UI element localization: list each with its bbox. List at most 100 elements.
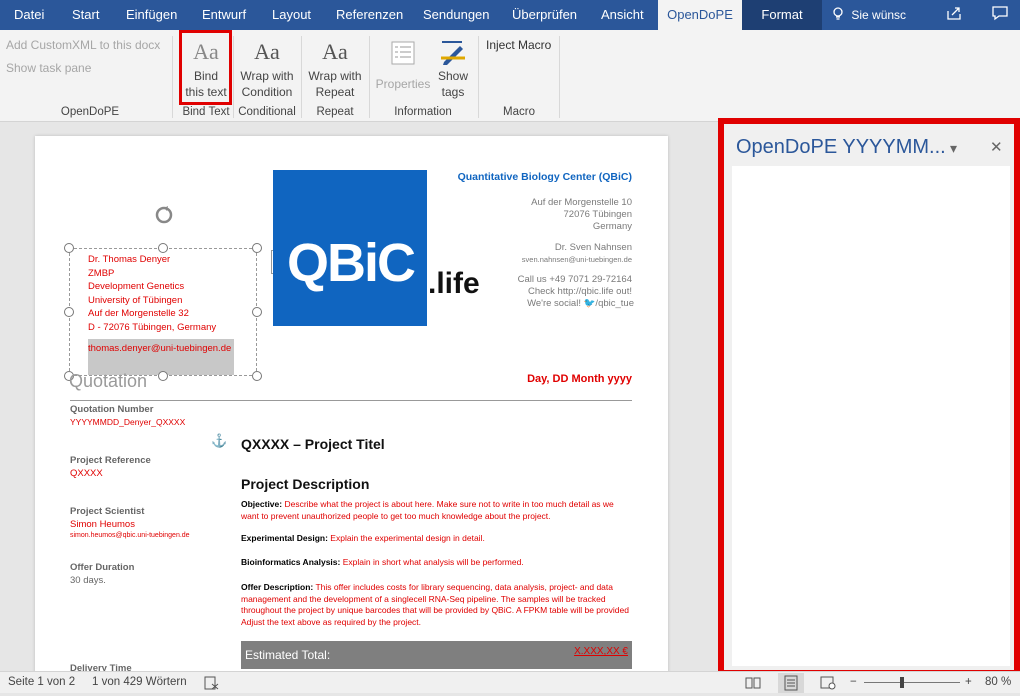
page-count[interactable]: Seite 1 von 2 [8,676,75,688]
contact-mail: sven.nahnsen@uni-tuebingen.de [521,255,632,264]
address-line: Development Genetics [88,281,185,292]
offer-paragraph: Offer Description: This offer includes c… [241,582,631,628]
word-count[interactable]: 1 von 429 Wörtern [92,676,187,688]
zoom-in-button[interactable]: + [965,676,972,688]
qbic-logo-text: QBiC [287,233,416,293]
anchor-icon: ⚓ [211,433,228,448]
resize-handle[interactable] [64,243,74,253]
group-separator [559,36,560,118]
print-layout-icon[interactable] [778,673,804,693]
tell-me-box[interactable]: Sie wünsc [832,0,906,30]
show-taskpane-button[interactable]: Show task pane [6,61,91,75]
recipient-address: Dr. Thomas Denyer ZMBP Development Genet… [88,253,216,334]
document-canvas[interactable]: Dr. Thomas Denyer ZMBP Development Genet… [0,122,720,671]
document-page[interactable]: Dr. Thomas Denyer ZMBP Development Genet… [35,136,668,671]
bind-button-highlight [179,30,232,105]
properties-button[interactable]: Properties [373,36,433,92]
delivery-time-label: Delivery Time [70,663,132,671]
ribbon-tab-bar: Datei Start Einfügen Entwurf Layout Refe… [0,0,1020,30]
address-textbox[interactable]: Dr. Thomas Denyer ZMBP Development Genet… [69,248,257,376]
experimental-text: Explain the experimental design in detai… [330,533,485,543]
zoom-slider-thumb[interactable] [900,677,904,688]
text-aa-icon: Aa [254,39,280,64]
resize-handle[interactable] [64,307,74,317]
wrap-with-repeat-button[interactable]: Aa Wrap with Repeat [305,36,365,100]
tab-format[interactable]: Format [742,0,822,30]
email-selection[interactable]: thomas.denyer@uni-tuebingen.de [88,339,234,375]
project-scientist-mail: simon.heumos@qbic.uni-tuebingen.de [70,532,190,539]
read-mode-icon[interactable] [745,676,761,693]
resize-handle[interactable] [252,243,262,253]
project-scientist-value: Simon Heumos [70,519,135,530]
address-line: Auf der Morgenstelle 32 [88,308,189,319]
project-reference-value: QXXXX [70,468,103,479]
resize-handle[interactable] [158,243,168,253]
estimated-total-value: X.XXX,XX € [574,646,628,657]
ribbon-panel: Add CustomXML to this docx Show task pan… [0,30,1020,122]
rotate-handle-icon[interactable] [153,204,175,231]
proofing-icon[interactable] [204,676,220,693]
wrap-cond-label-line1: Wrap with [240,69,294,83]
tab-opendope[interactable]: OpenDoPE [658,0,742,30]
pen-ruler-icon [434,36,472,68]
tab-einfuegen[interactable]: Einfügen [118,0,185,30]
resize-handle[interactable] [158,371,168,381]
tab-ueberpruefen[interactable]: Überprüfen [504,0,585,30]
org-address-line: Auf der Morgenstelle 10 [531,197,632,208]
experimental-label: Experimental Design: [241,533,328,543]
project-scientist-label: Project Scientist [70,506,145,517]
web-layout-icon[interactable] [820,676,836,693]
text-aa-icon: Aa [322,39,348,64]
group-label-opendope: OpenDoPE [60,106,120,118]
wrap-with-condition-button[interactable]: Aa Wrap with Condition [237,36,297,100]
group-label-conditional: Conditional [238,106,296,118]
lightbulb-icon [833,7,843,20]
add-customxml-button[interactable]: Add CustomXML to this docx [6,38,160,52]
show-tags-button[interactable]: Show tags [434,36,472,100]
estimated-total-label: Estimated Total: [245,648,331,662]
recipient-email: thomas.denyer@uni-tuebingen.de [88,343,232,354]
contact-line: Call us +49 7071 29-72164 [517,274,632,285]
quotation-number-label: Quotation Number [70,404,154,415]
life-logo-text: .life [428,267,480,300]
tab-sendungen[interactable]: Sendungen [415,0,498,30]
tab-ansicht[interactable]: Ansicht [593,0,652,30]
group-label-repeat: Repeat [316,106,354,118]
resize-handle[interactable] [252,371,262,381]
show-tags-label-line2: tags [441,85,465,99]
share-icon[interactable] [944,5,964,25]
zoom-slider[interactable] [864,682,960,683]
task-pane-content[interactable] [732,166,1010,666]
experimental-paragraph: Experimental Design: Explain the experim… [241,533,631,543]
tell-me-text: Sie wünsc [851,8,907,22]
project-title: QXXXX – Project Titel [241,436,385,452]
tab-start[interactable]: Start [64,0,107,30]
close-icon[interactable]: ✕ [990,138,1003,156]
bioinformatics-paragraph: Bioinformatics Analysis: Explain in shor… [241,557,631,567]
tab-datei[interactable]: Datei [6,0,52,30]
comments-icon[interactable] [990,5,1010,25]
inject-macro-button[interactable]: Inject Macro [486,38,551,52]
objective-text: Describe what the project is about here.… [241,499,614,521]
zoom-out-button[interactable]: − [850,676,857,688]
opendope-task-pane: OpenDoPE YYYYMM... ▾ ✕ [718,118,1020,676]
group-label-macro: Macro [503,106,535,118]
quotation-number-value: YYYYMMDD_Denyer_QXXXX [70,417,186,427]
tab-layout[interactable]: Layout [264,0,319,30]
tab-entwurf[interactable]: Entwurf [194,0,254,30]
contact-name: Dr. Sven Nahnsen [554,242,632,253]
contact-line: Check http://qbic.life out! [527,286,632,297]
project-reference-label: Project Reference [70,455,151,466]
bioinformatics-text: Explain in short what analysis will be p… [342,557,524,567]
org-address-line: 72076 Tübingen [563,209,633,220]
address-line: Dr. Thomas Denyer [88,254,171,265]
wrap-cond-label-line2: Condition [241,85,293,99]
pane-options-dropdown[interactable]: ▾ [950,140,957,157]
tab-referenzen[interactable]: Referenzen [328,0,411,30]
properties-label: Properties [375,77,431,91]
zoom-level[interactable]: 80 % [985,676,1011,688]
resize-handle[interactable] [252,307,262,317]
bioinformatics-label: Bioinformatics Analysis: [241,557,341,567]
group-separator [172,36,173,118]
offer-label: Offer Description: [241,582,314,592]
